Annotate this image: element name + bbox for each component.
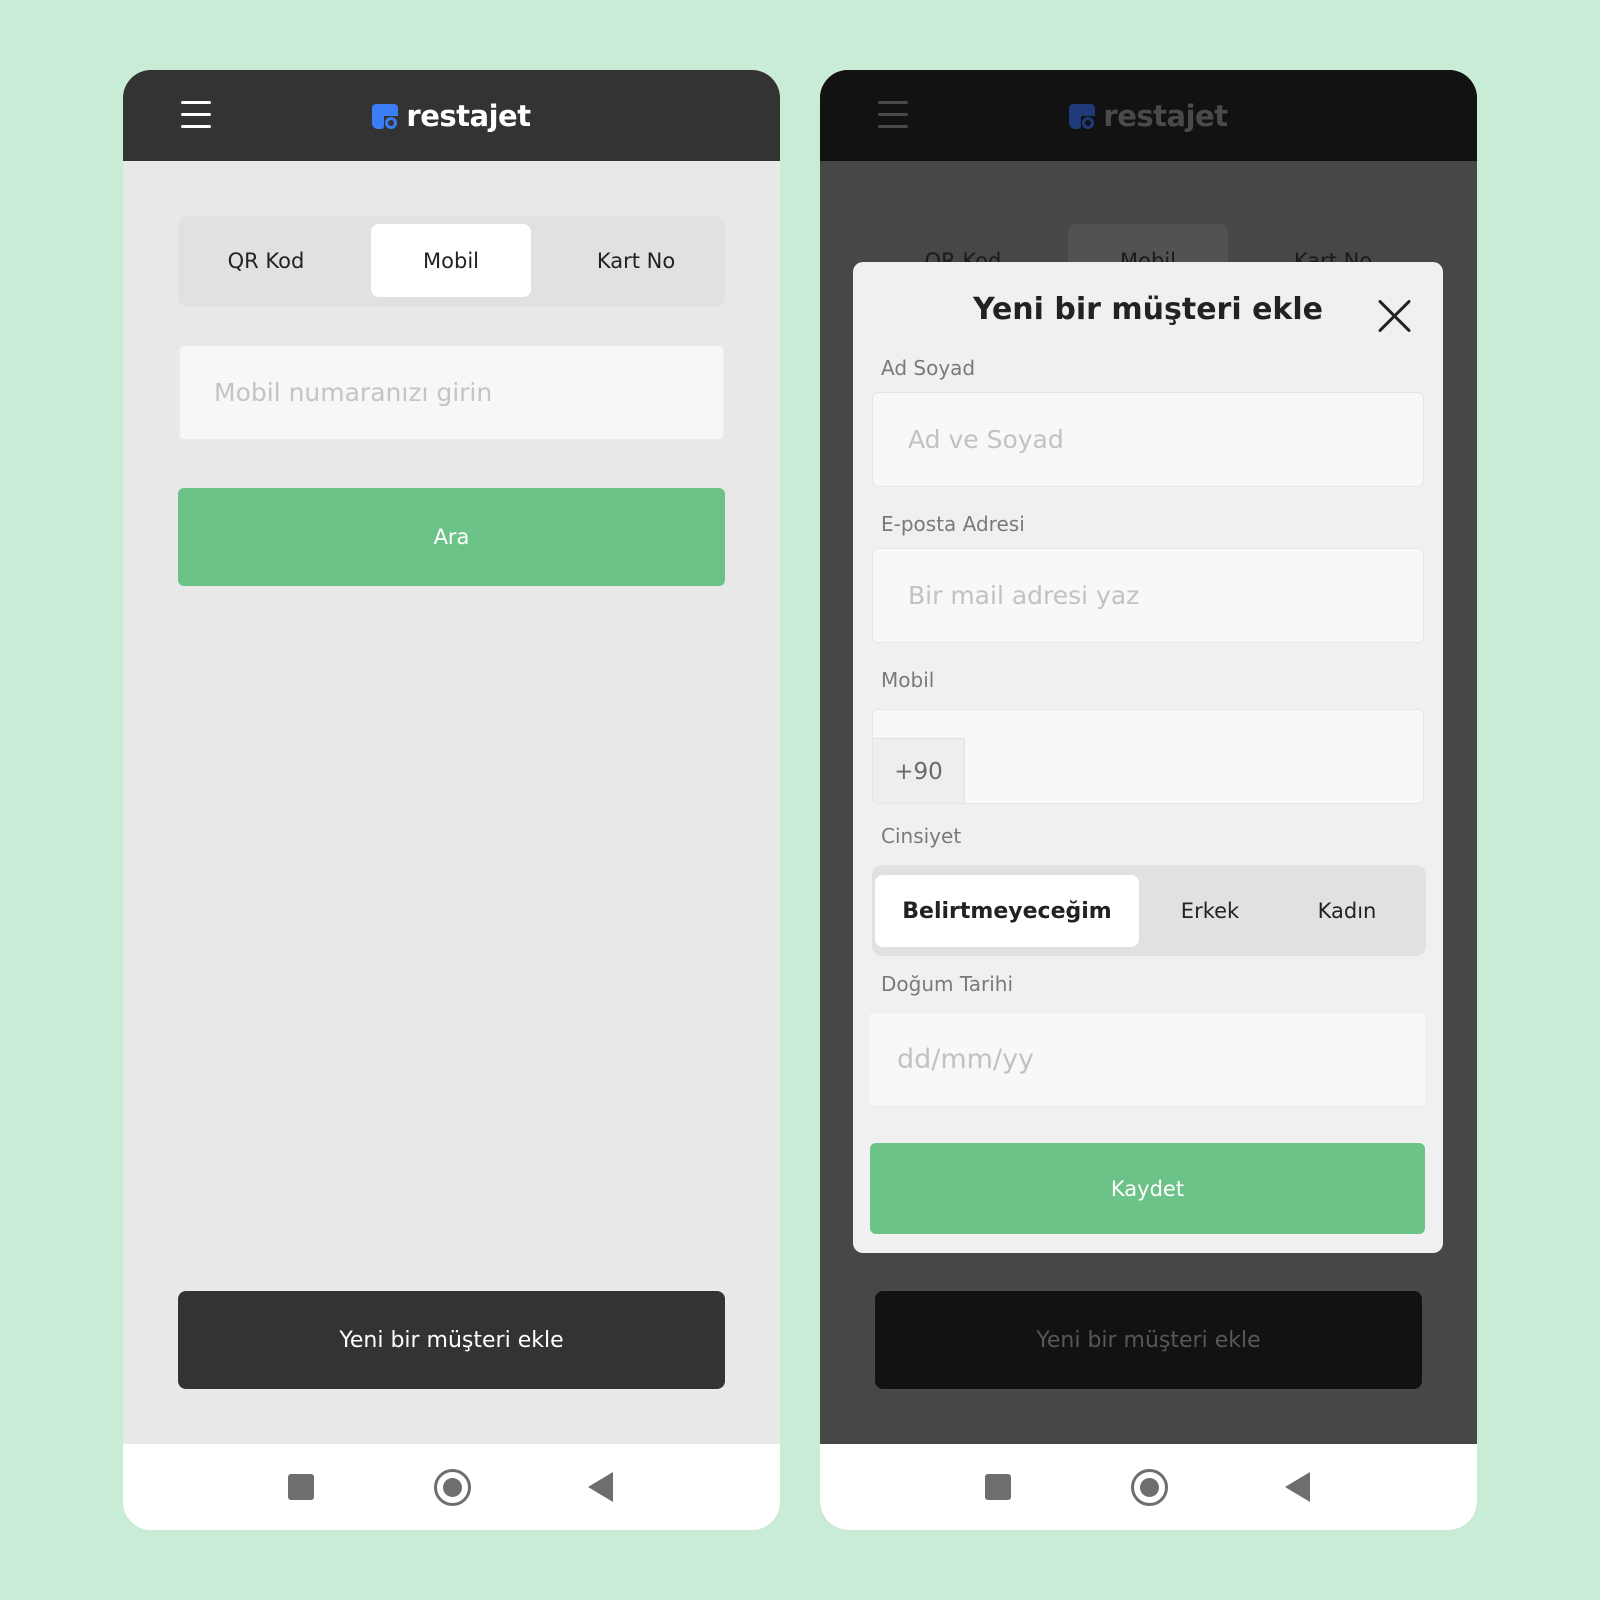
tab-mobil[interactable]: Mobil xyxy=(371,224,531,297)
add-customer-button[interactable]: Yeni bir müşteri ekle xyxy=(178,1291,725,1389)
birth-date-input[interactable]: dd/mm/yy xyxy=(870,1014,1425,1105)
gender-option-unspecified[interactable]: Belirtmeyeceğim xyxy=(875,875,1139,947)
circle-home-icon[interactable] xyxy=(434,1469,471,1506)
birth-date-label: Doğum Tarihi xyxy=(881,972,1014,996)
brand-logo: restajet xyxy=(123,96,780,136)
close-icon[interactable] xyxy=(1377,299,1412,333)
search-button[interactable]: Ara xyxy=(178,488,725,586)
app-header: restajet xyxy=(123,70,780,161)
back-triangle-icon[interactable] xyxy=(1285,1472,1310,1502)
restajet-logo-icon xyxy=(372,102,400,130)
email-label: E-posta Adresi xyxy=(881,512,1025,536)
mobile-number-input[interactable]: Mobil numaranızı girin xyxy=(179,345,724,440)
gender-label: Cinsiyet xyxy=(881,824,962,848)
brand-name: restajet xyxy=(1103,99,1228,133)
search-method-tabs: QR Kod Mobil Kart No xyxy=(178,216,725,307)
mobile-input[interactable]: +90 xyxy=(872,709,1424,804)
app-header: restajet xyxy=(820,70,1477,161)
brand-name: restajet xyxy=(406,99,531,133)
gender-option-male[interactable]: Erkek xyxy=(1160,875,1260,947)
back-triangle-icon[interactable] xyxy=(588,1472,613,1502)
restajet-logo-icon xyxy=(1069,102,1097,130)
name-label: Ad Soyad xyxy=(881,356,976,380)
name-input[interactable]: Ad ve Soyad xyxy=(872,392,1424,487)
phone-screen-add-customer: restajet QR Kod Mobil Kart No Yeni bir m… xyxy=(820,70,1477,1530)
email-input[interactable]: Bir mail adresi yaz xyxy=(872,548,1424,643)
mobile-label: Mobil xyxy=(881,668,935,692)
modal-title: Yeni bir müşteri ekle xyxy=(972,292,1323,327)
phone-screen-search: restajet QR Kod Mobil Kart No Mobil numa… xyxy=(123,70,780,1530)
save-button[interactable]: Kaydet xyxy=(870,1143,1425,1234)
gender-option-female[interactable]: Kadın xyxy=(1297,875,1397,947)
android-nav-bar xyxy=(820,1444,1477,1530)
add-customer-button-dimmed: Yeni bir müşteri ekle xyxy=(875,1291,1422,1389)
android-nav-bar xyxy=(123,1444,780,1530)
square-icon[interactable] xyxy=(288,1474,314,1500)
tab-kart-no[interactable]: Kart No xyxy=(556,224,716,297)
gender-selector: Belirtmeyeceğim Erkek Kadın xyxy=(872,865,1426,956)
add-customer-modal: Yeni bir müşteri ekle Ad Soyad Ad ve Soy… xyxy=(853,262,1443,1253)
circle-home-icon[interactable] xyxy=(1131,1469,1168,1506)
brand-logo: restajet xyxy=(820,96,1477,136)
tab-qr-kod[interactable]: QR Kod xyxy=(186,224,346,297)
square-icon[interactable] xyxy=(985,1474,1011,1500)
country-code[interactable]: +90 xyxy=(873,738,965,803)
